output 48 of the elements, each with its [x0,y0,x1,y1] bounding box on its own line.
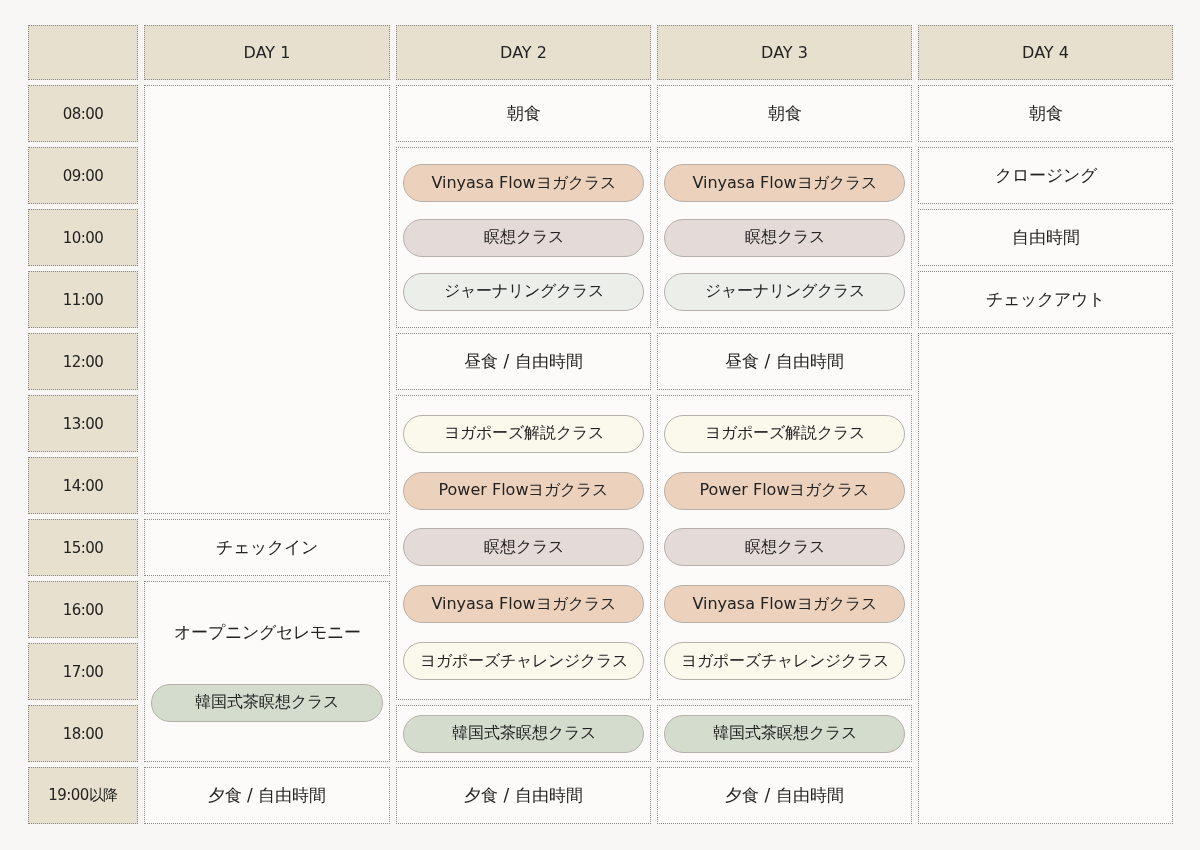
class-pill: Vinyasa Flowヨガクラス [664,164,905,203]
class-pill: 韓国式茶瞑想クラス [151,683,383,722]
event-label: 昼食 / 自由時間 [725,350,844,373]
class-pill: ヨガポーズ解説クラス [403,414,644,453]
class-pill: 韓国式茶瞑想クラス [664,714,905,753]
class-pill: Vinyasa Flowヨガクラス [403,164,644,203]
time-label: 08:00 [28,85,138,142]
class-pill: 韓国式茶瞑想クラス [403,714,644,753]
class-pill: ヨガポーズ解説クラス [664,414,905,453]
time-label: 14:00 [28,457,138,514]
day-header: DAY 1 [144,25,390,80]
class-pill: 瞑想クラス [403,218,644,257]
event-label: 昼食 / 自由時間 [464,350,583,373]
time-label: 16:00 [28,581,138,638]
event-label: クロージング [994,164,1097,187]
day-header: DAY 4 [918,25,1173,80]
class-pill: 瞑想クラス [664,218,905,257]
class-pill: ジャーナリングクラス [403,272,644,311]
time-label: 19:00以降 [28,767,138,824]
time-label: 10:00 [28,209,138,266]
event-label: 夕食 / 自由時間 [464,784,583,807]
class-pill: 瞑想クラス [664,528,905,567]
class-pill: Vinyasa Flowヨガクラス [664,585,905,624]
time-label: 11:00 [28,271,138,328]
event-label: 朝食 [1028,102,1063,125]
event-label: オープニングセレモニー [173,621,361,645]
event-label: 自由時間 [1011,226,1080,249]
time-label: 17:00 [28,643,138,700]
class-pill: ジャーナリングクラス [664,272,905,311]
event-label: 夕食 / 自由時間 [725,784,844,807]
class-pill: Power Flowヨガクラス [664,471,905,510]
day-header: DAY 2 [396,25,651,80]
event-label: 朝食 [767,102,802,125]
time-label: 18:00 [28,705,138,762]
class-pill: Vinyasa Flowヨガクラス [403,585,644,624]
time-label: 09:00 [28,147,138,204]
event-label: 朝食 [506,102,541,125]
event-label: チェックイン [216,536,318,559]
time-label: 12:00 [28,333,138,390]
time-label: 15:00 [28,519,138,576]
class-pill: ヨガポーズチャレンジクラス [403,642,644,681]
class-pill: 瞑想クラス [403,528,644,567]
class-pill: ヨガポーズチャレンジクラス [664,642,905,681]
class-pill: Power Flowヨガクラス [403,471,644,510]
event-label: チェックアウト [986,288,1105,311]
time-label: 13:00 [28,395,138,452]
event-label: 夕食 / 自由時間 [207,784,327,807]
day-header: DAY 3 [657,25,912,80]
